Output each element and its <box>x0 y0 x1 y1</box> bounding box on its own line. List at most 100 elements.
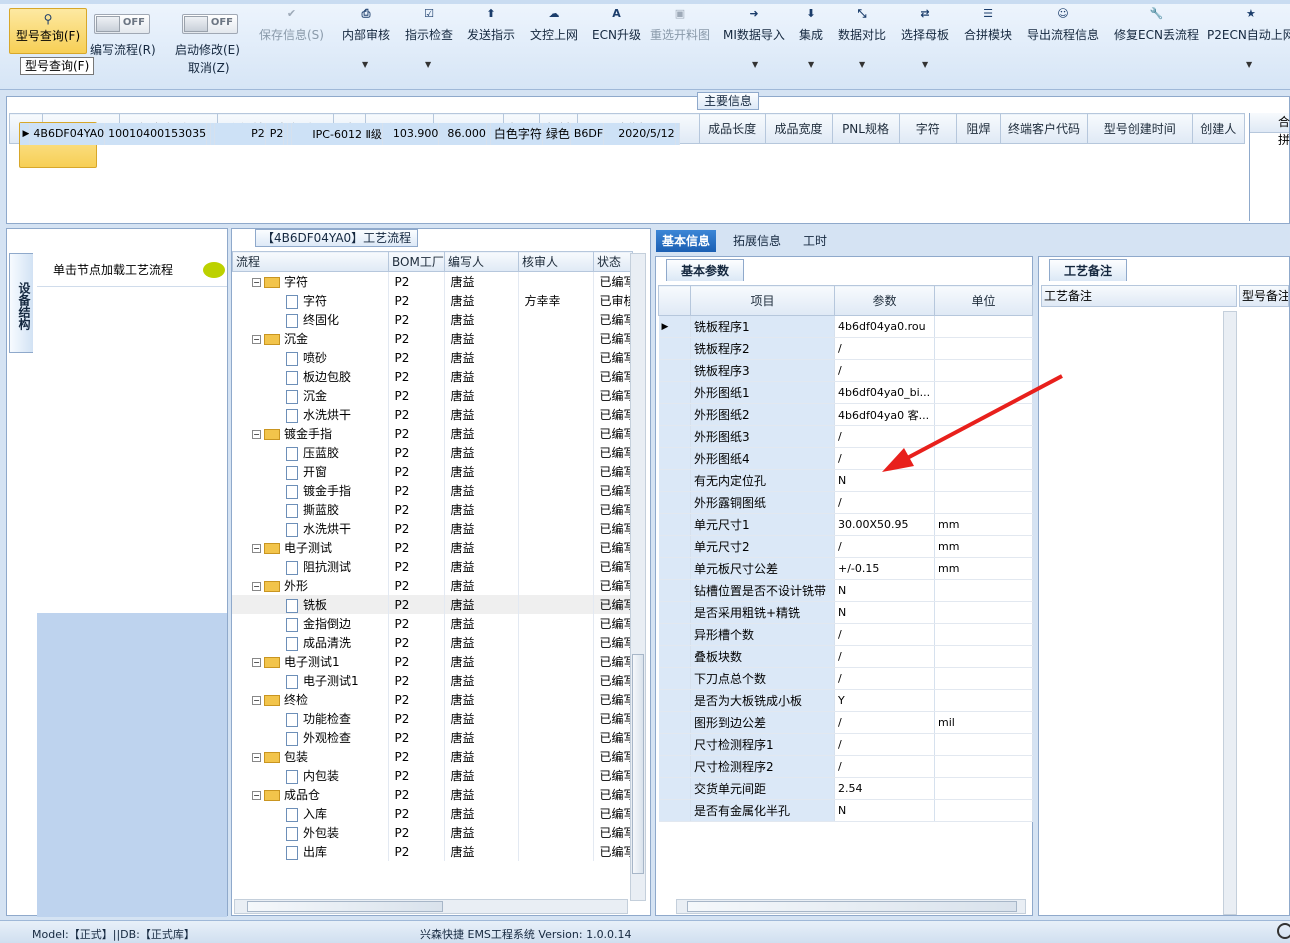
cell[interactable]: 绿色 <box>542 122 571 145</box>
cell[interactable]: 103.900 <box>382 122 440 145</box>
notes-column-header[interactable]: 工艺备注 <box>1041 285 1237 307</box>
cell[interactable]: 已编写 <box>593 576 633 595</box>
cell[interactable]: P2 <box>388 500 445 519</box>
tab-extended-info[interactable]: 拓展信息 <box>727 230 787 252</box>
column-header[interactable]: 核审人 <box>518 251 594 272</box>
cell[interactable]: P2 <box>388 709 445 728</box>
cell[interactable]: 已编写 <box>593 690 633 709</box>
cell[interactable]: P2 <box>388 747 445 766</box>
list-item[interactable]: 出库 P2 唐益 已编写 <box>232 842 633 861</box>
param-value[interactable]: / <box>834 535 935 558</box>
cell[interactable]: 唐益 <box>444 424 519 443</box>
cell[interactable]: 唐益 <box>444 766 519 785</box>
column-header[interactable]: 参数 <box>834 285 935 316</box>
horizontal-scrollbar[interactable] <box>676 899 1026 914</box>
cell[interactable]: P2 <box>388 386 445 405</box>
table-row[interactable]: 外形露铜图纸 / <box>658 491 1033 514</box>
tree-node[interactable]: 外观检查 <box>232 728 389 747</box>
row-header[interactable] <box>658 447 691 470</box>
scrollbar-thumb[interactable] <box>687 901 1017 912</box>
cell[interactable]: 已编写 <box>593 728 633 747</box>
cell[interactable] <box>518 557 594 576</box>
collapse-icon[interactable]: − <box>252 753 261 762</box>
load-flow-hint[interactable]: 单击节点加载工艺流程 <box>37 253 227 287</box>
tree-node[interactable]: 入库 <box>232 804 389 823</box>
cell[interactable] <box>518 386 594 405</box>
cell[interactable] <box>518 538 594 557</box>
row-header[interactable] <box>658 733 691 756</box>
cell[interactable]: 唐益 <box>444 576 519 595</box>
list-item[interactable]: − 包装 P2 唐益 已编写 <box>232 747 633 766</box>
collapse-icon[interactable]: − <box>252 658 261 667</box>
instruction-check-button[interactable]: ☑ 指示检查 <box>405 6 453 43</box>
collapse-icon[interactable]: − <box>252 335 261 344</box>
cell[interactable]: P2 <box>388 766 445 785</box>
cell[interactable]: 已编写 <box>593 709 633 728</box>
cancel-label[interactable]: 取消(Z) <box>188 59 230 76</box>
param-value[interactable]: / <box>834 711 935 734</box>
cell[interactable] <box>518 633 594 652</box>
cell[interactable]: 唐益 <box>444 614 519 633</box>
column-header[interactable]: 编写人 <box>444 251 519 272</box>
cell[interactable]: 已编写 <box>593 348 633 367</box>
table-row[interactable]: 叠板块数 / <box>658 645 1033 668</box>
column-header[interactable]: 成品宽度 <box>764 113 833 144</box>
cell[interactable]: 唐益 <box>444 804 519 823</box>
table-row[interactable]: 尺寸检测程序1/ <box>658 733 1033 756</box>
internal-review-button[interactable]: ⎙ 内部审核 <box>342 6 390 43</box>
list-item[interactable]: − 成品仓 P2 唐益 已编写 <box>232 785 633 804</box>
cell[interactable]: 唐益 <box>444 329 519 348</box>
param-value[interactable]: / <box>834 645 935 668</box>
tree-node[interactable]: 水洗烘干 <box>232 405 389 424</box>
list-item[interactable]: − 终检 P2 唐益 已编写 <box>232 690 633 709</box>
cell[interactable]: P2 <box>388 348 445 367</box>
list-item[interactable]: 成品清洗 P2 唐益 已编写 <box>232 633 633 652</box>
cell[interactable]: P2 <box>388 443 445 462</box>
table-row[interactable]: 单元板尺寸公差 +/-0.15 mm <box>658 557 1033 580</box>
column-header[interactable]: 流程 <box>232 251 389 272</box>
row-header[interactable] <box>658 645 691 668</box>
list-item[interactable]: 水洗烘干 P2 唐益 已编写 <box>232 519 633 538</box>
param-value[interactable]: / <box>834 491 935 514</box>
table-row[interactable]: 是否有金属化半孔 N <box>658 799 1033 822</box>
list-item[interactable]: − 镀金手指 P2 唐益 已编写 <box>232 424 633 443</box>
list-item[interactable]: 终固化 P2 唐益 已编写 <box>232 310 633 329</box>
tree-node[interactable]: 开窗 <box>232 462 389 481</box>
row-header[interactable] <box>658 535 691 558</box>
row-header[interactable] <box>658 579 691 602</box>
param-value[interactable]: N <box>834 579 935 602</box>
cell[interactable]: 唐益 <box>444 291 519 310</box>
param-unit[interactable]: mm <box>934 557 1033 580</box>
tree-node[interactable]: − 终检 <box>232 690 389 709</box>
cell[interactable]: 方幸幸 <box>518 291 594 310</box>
row-header[interactable] <box>658 689 691 712</box>
tree-node[interactable]: 出库 <box>232 842 389 861</box>
row-header[interactable] <box>658 557 691 580</box>
chevron-down-icon[interactable]: ▼ <box>362 60 368 69</box>
cell[interactable] <box>518 614 594 633</box>
cell[interactable]: 唐益 <box>444 481 519 500</box>
cell[interactable] <box>518 804 594 823</box>
chevron-down-icon[interactable]: ▼ <box>808 60 814 69</box>
cell[interactable]: 已编写 <box>593 424 633 443</box>
tree-node[interactable]: 内包装 <box>232 766 389 785</box>
list-item[interactable]: − 电子测试 P2 唐益 已编写 <box>232 538 633 557</box>
tree-node[interactable]: 镀金手指 <box>232 481 389 500</box>
list-item[interactable]: − 外形 P2 唐益 已编写 <box>232 576 633 595</box>
cell[interactable]: 唐益 <box>444 348 519 367</box>
list-item[interactable]: 板边包胶 P2 唐益 已编写 <box>232 367 633 386</box>
cell[interactable]: 已编写 <box>593 405 633 424</box>
param-unit[interactable] <box>934 491 1033 514</box>
tree-node[interactable]: 成品清洗 <box>232 633 389 652</box>
list-item[interactable]: − 沉金 P2 唐益 已编写 <box>232 329 633 348</box>
chevron-down-icon[interactable]: ▼ <box>1246 60 1252 69</box>
cell[interactable] <box>518 728 594 747</box>
cell[interactable]: 唐益 <box>444 519 519 538</box>
cell[interactable]: P2 <box>388 519 445 538</box>
param-value[interactable]: +/-0.15 <box>834 557 935 580</box>
cell[interactable]: 白色字符 <box>490 122 543 145</box>
cell[interactable]: 唐益 <box>444 709 519 728</box>
cell[interactable] <box>518 272 594 291</box>
cell[interactable]: P2 <box>388 481 445 500</box>
tree-node[interactable]: 压蓝胶 <box>232 443 389 462</box>
